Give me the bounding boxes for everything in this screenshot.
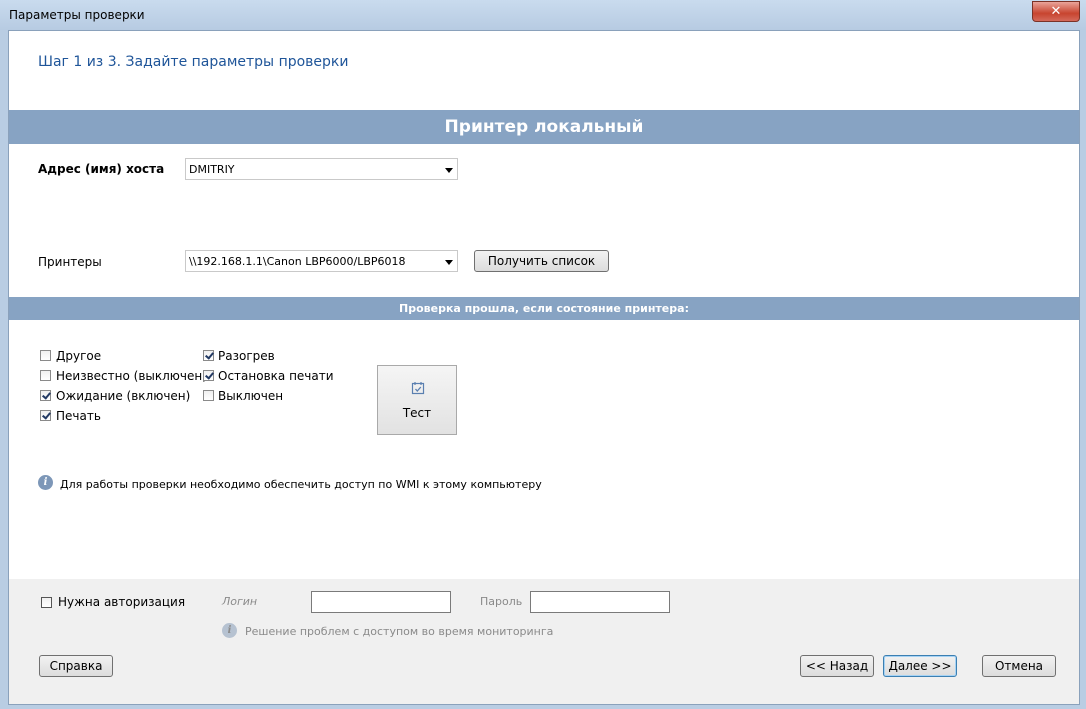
status-stopped-label[interactable]: Остановка печати [218,369,334,383]
info-icon: i [38,475,53,490]
status-other-label[interactable]: Другое [56,349,101,363]
password-input[interactable] [530,591,670,613]
get-list-button[interactable]: Получить список [474,250,609,272]
section-header: Принтер локальный [9,110,1079,144]
status-printing-checkbox[interactable] [40,410,51,421]
host-value: DMITRIY [189,163,235,176]
access-help-link[interactable]: Решение проблем с доступом во время мони… [245,625,553,638]
password-label: Пароль [480,595,523,608]
back-button[interactable]: << Назад [800,655,874,677]
printers-combobox[interactable]: \\192.168.1.1\Canon LBP6000/LBP6018 [185,250,458,272]
auth-checkbox[interactable] [41,597,52,608]
info-icon: i [222,623,237,638]
status-printing-label[interactable]: Печать [56,409,101,423]
status-title: Проверка прошла, если состояние принтера… [399,302,689,315]
close-button[interactable]: ✕ [1032,1,1080,22]
calendar-check-icon [411,382,425,395]
status-warmup-checkbox[interactable] [203,350,214,361]
window-title: Параметры проверки [9,8,145,22]
help-button[interactable]: Справка [39,655,113,677]
auth-checkbox-label[interactable]: Нужна авторизация [58,595,185,609]
auth-panel: Нужна авторизация Логин Пароль i Решение… [9,579,1079,644]
status-idle-checkbox[interactable] [40,390,51,401]
status-off-label[interactable]: Выключен [218,389,283,403]
test-button[interactable]: Тест [377,365,457,435]
login-label: Логин [222,595,258,608]
printers-value: \\192.168.1.1\Canon LBP6000/LBP6018 [189,255,406,268]
chevron-down-icon[interactable] [445,168,453,173]
step-heading: Шаг 1 из 3. Задайте параметры проверки [38,54,349,70]
status-header: Проверка прошла, если состояние принтера… [9,297,1079,320]
host-label: Адрес (имя) хоста [38,162,165,176]
status-stopped-checkbox[interactable] [203,370,214,381]
status-unknown-checkbox[interactable] [40,370,51,381]
login-input[interactable] [311,591,451,613]
status-warmup-label[interactable]: Разогрев [218,349,275,363]
cancel-button[interactable]: Отмена [982,655,1056,677]
section-title: Принтер локальный [444,117,644,137]
status-off-checkbox[interactable] [203,390,214,401]
status-idle-label[interactable]: Ожидание (включен) [56,389,190,403]
chevron-down-icon[interactable] [445,260,453,265]
status-unknown-label[interactable]: Неизвестно (выключен) [56,369,207,383]
wmi-info-text: Для работы проверки необходимо обеспечит… [60,478,542,491]
title-bar: Параметры проверки ✕ [0,0,1086,30]
printers-label: Принтеры [38,255,102,269]
next-button[interactable]: Далее >> [883,655,957,677]
test-label: Тест [402,406,432,420]
dialog-content: Шаг 1 из 3. Задайте параметры проверки П… [8,30,1080,705]
status-other-checkbox[interactable] [40,350,51,361]
host-combobox[interactable]: DMITRIY [185,158,458,180]
footer: Справка << Назад Далее >> Отмена [9,644,1079,704]
close-icon: ✕ [1050,4,1062,19]
